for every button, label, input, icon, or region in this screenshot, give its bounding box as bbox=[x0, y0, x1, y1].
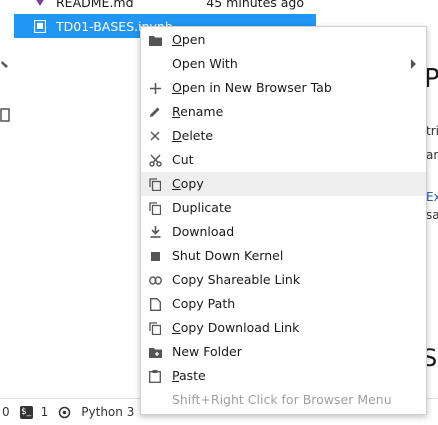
menu-item-open-with[interactable]: Open With bbox=[141, 52, 426, 76]
activity-bar bbox=[0, 0, 15, 398]
menu-item-label: Copy Download Link bbox=[172, 320, 299, 335]
menu-item-label-rest: pen bbox=[181, 32, 206, 47]
new-folder-icon bbox=[148, 345, 162, 359]
chevron-right-icon bbox=[411, 59, 416, 69]
menu-item-label-rest: ename bbox=[180, 104, 224, 119]
file-row-readme[interactable]: README.md 45 minutes ago bbox=[14, 0, 316, 14]
copy-icon bbox=[148, 177, 162, 191]
menu-item-label: New Folder bbox=[172, 344, 242, 359]
menu-item-label: Cut bbox=[172, 152, 194, 167]
paste-icon bbox=[148, 369, 162, 383]
menu-item-label: Copy bbox=[172, 176, 204, 191]
menu-item-shutdown-kernel[interactable]: Shut Down Kernel bbox=[141, 244, 426, 268]
menu-item-label: Open in New Browser Tab bbox=[172, 80, 332, 95]
menu-item-label: Download bbox=[172, 224, 235, 239]
menu-item-label-rest: aste bbox=[178, 368, 206, 383]
link-icon bbox=[148, 273, 162, 287]
menu-item-label: Copy Shareable Link bbox=[172, 272, 301, 287]
menu-item-label: Copy Path bbox=[172, 296, 236, 311]
menu-item-label-mnemonic: C bbox=[172, 176, 181, 191]
content-text: ara bbox=[426, 148, 438, 162]
menu-item-label: Rename bbox=[172, 104, 223, 119]
menu-item-copy-download-link[interactable]: Copy Download Link bbox=[141, 316, 426, 340]
menu-item-open[interactable]: Open bbox=[141, 28, 426, 52]
menu-item-copy[interactable]: Copy bbox=[141, 172, 426, 196]
menu-item-label-rest: opy bbox=[180, 176, 204, 191]
content-text: tri bbox=[426, 124, 438, 138]
menu-item-label: Shift+Right Click for Browser Menu bbox=[172, 392, 392, 407]
context-menu: Open Open With Open in New Browser Tab R… bbox=[140, 26, 427, 415]
download-icon bbox=[148, 225, 162, 239]
duplicate-icon bbox=[148, 201, 162, 215]
menu-item-delete[interactable]: Delete bbox=[141, 124, 426, 148]
menu-item-label: Shut Down Kernel bbox=[172, 248, 284, 263]
close-icon bbox=[148, 129, 162, 143]
copy-icon bbox=[148, 321, 162, 335]
status-terminals[interactable]: $_ 1 bbox=[19, 405, 49, 419]
menu-item-copy-shareable-link[interactable]: Copy Shareable Link bbox=[141, 268, 426, 292]
menu-item-label-mnemonic: C bbox=[172, 320, 181, 335]
menu-item-label-mnemonic: D bbox=[172, 128, 182, 143]
content-text: sa bbox=[426, 208, 438, 222]
plus-icon bbox=[148, 81, 162, 95]
menu-item-copy-path[interactable]: Copy Path bbox=[141, 292, 426, 316]
folder-icon bbox=[148, 33, 162, 47]
terminal-icon: $_ bbox=[19, 405, 33, 419]
wrench-icon[interactable] bbox=[0, 60, 10, 72]
markdown-icon bbox=[32, 0, 48, 8]
menu-item-label-mnemonic: O bbox=[172, 32, 182, 47]
scissors-icon bbox=[148, 153, 162, 167]
status-kernels-count[interactable]: 0 bbox=[2, 405, 10, 419]
menu-item-label-rest: elete bbox=[181, 128, 214, 143]
menu-item-rename[interactable]: Rename bbox=[141, 100, 426, 124]
menu-item-paste[interactable]: Paste bbox=[141, 364, 426, 388]
terminals-count: 1 bbox=[40, 405, 49, 419]
menu-item-label-mnemonic: R bbox=[172, 104, 181, 119]
menu-item-label-rest: pen in New Browser Tab bbox=[181, 80, 332, 95]
kernel-status-icon[interactable] bbox=[58, 406, 71, 419]
menu-item-label: Open With bbox=[172, 56, 238, 71]
content-link[interactable]: Ex bbox=[426, 190, 438, 204]
menu-item-new-folder[interactable]: New Folder bbox=[141, 340, 426, 364]
tabs-icon[interactable] bbox=[0, 108, 10, 122]
menu-item-label: Duplicate bbox=[172, 200, 232, 215]
menu-item-download[interactable]: Download bbox=[141, 220, 426, 244]
menu-item-open-new-tab[interactable]: Open in New Browser Tab bbox=[141, 76, 426, 100]
menu-item-label: Open bbox=[172, 32, 205, 47]
menu-item-label: Paste bbox=[172, 368, 206, 383]
menu-item-duplicate[interactable]: Duplicate bbox=[141, 196, 426, 220]
stop-icon bbox=[148, 249, 162, 263]
menu-item-label-mnemonic: P bbox=[172, 368, 179, 383]
kernel-name[interactable]: Python 3 bbox=[81, 405, 134, 419]
menu-item-cut[interactable]: Cut bbox=[141, 148, 426, 172]
menu-item-label-mnemonic: O bbox=[172, 80, 182, 95]
pencil-icon bbox=[148, 105, 162, 119]
file-modified: 45 minutes ago bbox=[206, 0, 304, 10]
menu-item-browser-menu-hint: Shift+Right Click for Browser Menu bbox=[141, 388, 426, 412]
menu-item-label: Delete bbox=[172, 128, 213, 143]
menu-item-label-rest: opy Download Link bbox=[180, 320, 300, 335]
file-icon bbox=[148, 297, 162, 311]
notebook-icon bbox=[32, 19, 48, 33]
